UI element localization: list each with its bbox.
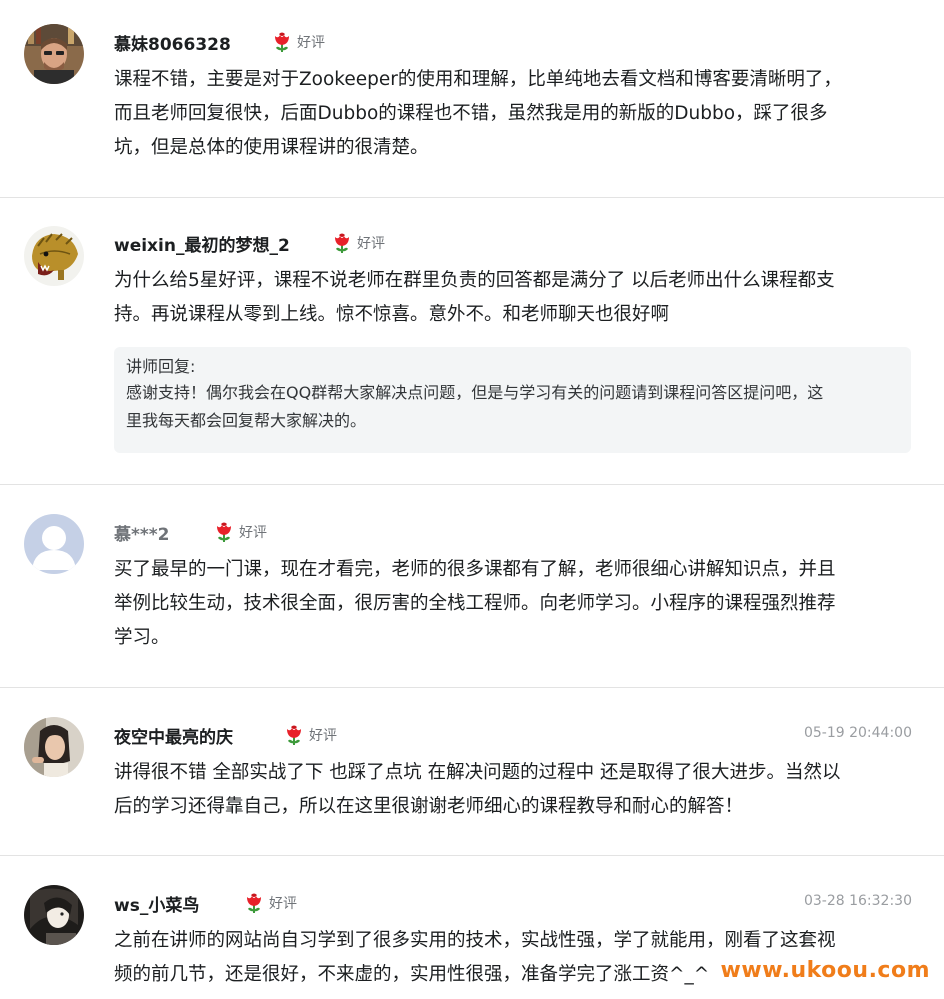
username[interactable]: 慕***2 — [114, 520, 170, 545]
review-item: 夜空中最亮的庆 好评 05-19 20:44:00 讲得很不错 全部实战了下 也… — [0, 688, 944, 856]
rating-badge: 好评 — [272, 30, 325, 54]
content-line: 买了最早的一门课，现在才看完，老师的很多课都有了解，老师很细心讲解知识点，并且 — [114, 559, 836, 580]
teacher-reply: 讲师回复: 感谢支持！偶尔我会在QQ群帮大家解决点问题，但是与学习有关的问题请到… — [114, 347, 911, 453]
content-line: 而且老师回复很快，后面Dubbo的课程也不错，虽然我是用的新版的Dubbo，踩了… — [114, 103, 828, 124]
avatar[interactable] — [24, 226, 84, 286]
username[interactable]: ws_小菜鸟 — [114, 891, 199, 916]
content-line: 坑，但是总体的使用课程讲的很清楚。 — [114, 137, 429, 158]
reply-line: 里我每天都会回复帮大家解决的。 — [126, 411, 367, 430]
rating-label: 好评 — [357, 236, 385, 252]
avatar[interactable] — [24, 717, 84, 777]
content-line: 学习。 — [114, 627, 170, 648]
rating-label: 好评 — [297, 35, 325, 51]
review-content: 买了最早的一门课，现在才看完，老师的很多课都有了解，老师很细心讲解知识点，并且 … — [114, 553, 904, 655]
watermark-text: www.ukoou.com — [720, 958, 930, 983]
content-line: 讲得很不错 全部实战了下 也踩了点坑 在解决问题的过程中 还是取得了很大进步。当… — [114, 762, 841, 783]
flower-icon — [335, 233, 349, 253]
flower-icon — [275, 32, 289, 52]
review-header: 慕***2 好评 — [114, 520, 912, 545]
review-content: 讲得很不错 全部实战了下 也踩了点坑 在解决问题的过程中 还是取得了很大进步。当… — [114, 756, 904, 824]
review-header: weixin_最初的梦想_2 好评 — [114, 231, 912, 256]
rating-badge: 好评 — [332, 231, 385, 255]
content-line: 课程不错，主要是对于Zookeeper的使用和理解，比单纯地去看文档和博客要清晰… — [114, 69, 842, 90]
review-item: 慕***2 好评 买了最早的一门课，现在才看完，老师的很多课都有了解，老师很细心… — [0, 485, 944, 688]
flower-icon — [217, 522, 231, 542]
avatar[interactable] — [24, 885, 84, 945]
username[interactable]: 夜空中最亮的庆 — [114, 723, 233, 748]
review-content: 课程不错，主要是对于Zookeeper的使用和理解，比单纯地去看文档和博客要清晰… — [114, 63, 904, 165]
content-line: 之前在讲师的网站尚自习学到了很多实用的技术，实战性强，学了就能用，刚看了这套视 — [114, 930, 836, 951]
rating-label: 好评 — [269, 896, 297, 912]
flower-icon — [287, 725, 301, 745]
rating-label: 好评 — [239, 525, 267, 541]
review-item: 慕妹8066328 好评 课程不错，主要是对于Zookeeper的使用和理解，比… — [0, 0, 944, 198]
content-line: 后的学习还得靠自己，所以在这里很谢谢老师细心的课程教导和耐心的解答！ — [114, 796, 744, 817]
content-line: 举例比较生动，技术很全面，很厉害的全栈工程师。向老师学习。小程序的课程强烈推荐 — [114, 593, 836, 614]
reply-body: 感谢支持！偶尔我会在QQ群帮大家解决点问题，但是与学习有关的问题请到课程问答区提… — [126, 379, 899, 435]
review-header: 夜空中最亮的庆 好评 05-19 20:44:00 — [114, 723, 912, 748]
reply-line: 感谢支持！偶尔我会在QQ群帮大家解决点问题，但是与学习有关的问题请到课程问答区提… — [126, 383, 824, 402]
review-content: 为什么给5星好评，课程不说老师在群里负责的回答都是满分了 以后老师出什么课程都支… — [114, 264, 904, 332]
rating-label: 好评 — [309, 728, 337, 744]
rating-badge: 好评 — [244, 891, 297, 915]
avatar[interactable] — [24, 514, 84, 574]
avatar[interactable] — [24, 24, 84, 84]
review-time: 05-19 20:44:00 — [803, 725, 912, 741]
review-time: 03-28 16:32:30 — [803, 893, 912, 909]
rating-badge: 好评 — [284, 723, 337, 747]
content-line: 为什么给5星好评，课程不说老师在群里负责的回答都是满分了 以后老师出什么课程都支 — [114, 270, 835, 291]
reply-title: 讲师回复: — [126, 357, 196, 376]
content-line: 持。再说课程从零到上线。惊不惊喜。意外不。和老师聊天也很好啊 — [114, 304, 670, 325]
flower-icon — [247, 893, 261, 913]
review-item: weixin_最初的梦想_2 好评 为什么给5星好评，课程不说老师在群里负责的回… — [0, 198, 944, 485]
review-header: ws_小菜鸟 好评 03-28 16:32:30 — [114, 891, 912, 916]
rating-badge: 好评 — [214, 520, 267, 544]
review-header: 慕妹8066328 好评 — [114, 30, 912, 55]
review-list: 慕妹8066328 好评 课程不错，主要是对于Zookeeper的使用和理解，比… — [0, 0, 944, 999]
username[interactable]: 慕妹8066328 — [114, 30, 231, 55]
username[interactable]: weixin_最初的梦想_2 — [114, 231, 290, 256]
